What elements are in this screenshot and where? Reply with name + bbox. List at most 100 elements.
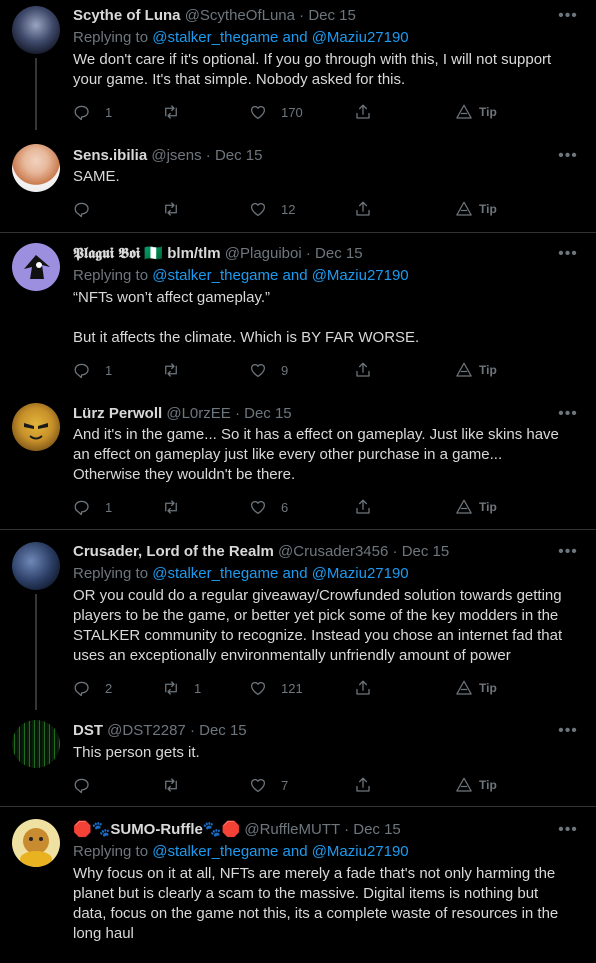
like-button[interactable]: 9 [249, 360, 288, 380]
display-name[interactable]: 🛑🐾SUMO-Ruffle🐾🛑 [73, 821, 240, 838]
like-button[interactable]: 170 [249, 102, 303, 122]
tweet-text-content: This person gets it. [73, 744, 200, 761]
reply-icon [74, 105, 89, 121]
tip-button[interactable]: Tip [455, 199, 497, 219]
display-name[interactable]: Scythe of Luna [73, 7, 181, 24]
tweet-date[interactable]: Dec 15 [215, 147, 263, 164]
like-button[interactable]: 121 [249, 678, 303, 698]
retweet-button[interactable] [162, 497, 194, 517]
avatar[interactable] [12, 720, 60, 768]
retweet-button[interactable] [162, 102, 194, 122]
tweet[interactable]: DST @DST2287 · Dec 15 ••• This person ge… [0, 710, 596, 806]
tweet[interactable]: 𝕻𝖑𝖆𝖌𝖚𝖎 𝕭𝖔𝖎 🇳🇬 blm/tlm @Plaguiboi · Dec 1… [0, 233, 596, 393]
reply-icon [74, 778, 89, 794]
tweet-date[interactable]: Dec 15 [315, 245, 363, 262]
tip-icon [456, 201, 472, 216]
action-bar: 1 9 Tip [73, 360, 573, 380]
replying-to: Replying to @stalker_thegame and @Maziu2… [73, 842, 409, 862]
avatar[interactable] [12, 243, 60, 291]
tip-button[interactable]: Tip [455, 678, 497, 698]
tweet-date[interactable]: Dec 15 [353, 821, 401, 838]
share-button[interactable] [354, 102, 372, 122]
tweet[interactable]: Crusader, Lord of the Realm @Crusader345… [0, 530, 596, 710]
action-bar: 2 1 121 Tip [73, 678, 573, 698]
user-handle[interactable]: @DST2287 [107, 722, 186, 739]
share-button[interactable] [354, 678, 372, 698]
like-button[interactable]: 6 [249, 497, 288, 517]
more-icon[interactable]: ••• [558, 246, 578, 262]
tweet-date[interactable]: Dec 15 [308, 7, 356, 24]
replying-to: Replying to @stalker_thegame and @Maziu2… [73, 28, 409, 48]
tweet-text: We don't care if it's optional. If you g… [73, 50, 573, 90]
replying-to-mentions[interactable]: @stalker_thegame and @Maziu27190 [152, 565, 408, 582]
reply-button[interactable]: 2 [73, 678, 112, 698]
tweet[interactable]: Lürz Perwoll @L0rzEE · Dec 15 ••• And it… [0, 393, 596, 529]
retweet-button[interactable] [162, 775, 194, 795]
avatar[interactable] [12, 6, 60, 54]
display-name[interactable]: Crusader, Lord of the Realm [73, 543, 274, 560]
reply-button[interactable]: 1 [73, 497, 112, 517]
share-button[interactable] [354, 497, 372, 517]
tweet-date[interactable]: Dec 15 [244, 405, 292, 422]
avatar-art [24, 423, 48, 440]
reply-button[interactable]: 1 [73, 102, 112, 122]
retweet-button[interactable]: 1 [162, 678, 201, 698]
tip-button[interactable]: Tip [455, 102, 497, 122]
tip-label: Tip [479, 681, 497, 695]
tip-button[interactable]: Tip [455, 497, 497, 517]
retweet-icon [165, 778, 177, 792]
more-icon[interactable]: ••• [558, 406, 578, 422]
more-icon[interactable]: ••• [558, 8, 578, 24]
user-handle[interactable]: @ScytheOfLuna [185, 7, 295, 24]
tweet-date[interactable]: Dec 15 [199, 722, 247, 739]
tip-button[interactable]: Tip [455, 360, 497, 380]
tweet-text: OR you could do a regular giveaway/Crowf… [73, 586, 573, 666]
user-handle[interactable]: @jsens [151, 147, 201, 164]
avatar[interactable] [12, 819, 60, 867]
display-name[interactable]: DST [73, 722, 103, 739]
like-button[interactable]: 7 [249, 775, 288, 795]
reply-button[interactable]: 1 [73, 360, 112, 380]
like-button[interactable]: 12 [249, 199, 295, 219]
retweet-button[interactable] [162, 199, 194, 219]
tweet-date[interactable]: Dec 15 [402, 543, 450, 560]
retweet-icon [165, 105, 177, 119]
tweet-text-content: SAME. [73, 168, 120, 185]
display-name[interactable]: Lürz Perwoll [73, 405, 162, 422]
user-handle[interactable]: @RuffleMUTT [244, 821, 340, 838]
tweet-text-content: “NFTs won’t affect gameplay.” But it aff… [73, 289, 420, 346]
more-icon[interactable]: ••• [558, 148, 578, 164]
more-icon[interactable]: ••• [558, 544, 578, 560]
retweet-count: 1 [194, 680, 202, 696]
avatar[interactable] [12, 144, 60, 192]
avatar[interactable] [12, 542, 60, 590]
tweet[interactable]: 🛑🐾SUMO-Ruffle🐾🛑 @RuffleMUTT · Dec 15 •••… [0, 807, 596, 963]
tweet-text-content: Why focus on it at all, NFTs are merely … [73, 865, 559, 942]
replying-to-mentions[interactable]: @stalker_thegame and @Maziu27190 [152, 843, 408, 860]
heart-icon [250, 779, 266, 793]
more-icon[interactable]: ••• [558, 723, 578, 739]
tweet-text: SAME. [73, 167, 573, 187]
tweet[interactable]: Scythe of Luna @ScytheOfLuna · Dec 15 ••… [0, 0, 596, 130]
replying-to-mentions[interactable]: @stalker_thegame and @Maziu27190 [152, 267, 408, 284]
retweet-button[interactable] [162, 360, 194, 380]
tip-button[interactable]: Tip [455, 775, 497, 795]
tweet-text: Why focus on it at all, NFTs are merely … [73, 864, 573, 944]
tweet-header: 𝕻𝖑𝖆𝖌𝖚𝖎 𝕭𝖔𝖎 🇳🇬 blm/tlm @Plaguiboi · Dec 1… [73, 244, 363, 264]
reply-button[interactable] [73, 199, 105, 219]
display-name[interactable]: 𝕻𝖑𝖆𝖌𝖚𝖎 𝕭𝖔𝖎 🇳🇬 blm/tlm [73, 245, 221, 262]
user-handle[interactable]: @L0rzEE [166, 405, 230, 422]
tweet[interactable]: Sens.ibilia @jsens · Dec 15 ••• SAME. 12… [0, 136, 596, 232]
more-icon[interactable]: ••• [558, 822, 578, 838]
avatar[interactable] [12, 403, 60, 451]
share-button[interactable] [354, 775, 372, 795]
replying-to-mentions[interactable]: @stalker_thegame and @Maziu27190 [152, 29, 408, 46]
reply-button[interactable] [73, 775, 105, 795]
share-button[interactable] [354, 199, 372, 219]
share-button[interactable] [354, 360, 372, 380]
user-handle[interactable]: @Plaguiboi [225, 245, 302, 262]
display-name[interactable]: Sens.ibilia [73, 147, 147, 164]
thread-line [35, 58, 37, 130]
user-handle[interactable]: @Crusader3456 [278, 543, 388, 560]
reply-count: 1 [105, 104, 113, 120]
